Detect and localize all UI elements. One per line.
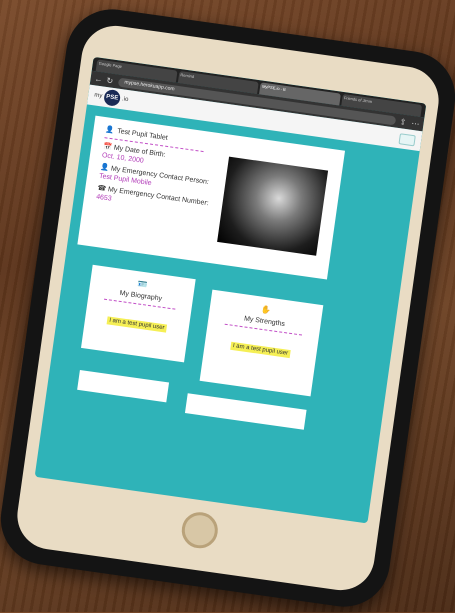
site-logo[interactable]: my PSE .io	[93, 87, 129, 108]
card-partial	[77, 369, 170, 403]
tablet-bezel: Google Page Remind MyPSE.io - B Friends …	[13, 21, 443, 595]
home-button[interactable]	[179, 509, 221, 551]
profile-card: 👤 Test Pupil Tablet 📅 My Date of Birth: …	[77, 115, 346, 280]
share-icon[interactable]: ⇪	[399, 117, 408, 127]
user-icon: 👤	[105, 126, 115, 135]
strengths-card[interactable]: ✋ My Strengths I am a test pupil user	[199, 289, 324, 397]
hamburger-menu-button[interactable]	[398, 132, 416, 146]
logo-badge: PSE	[103, 88, 122, 107]
strengths-text: I am a test pupil user	[230, 341, 291, 359]
profile-photo	[217, 156, 329, 256]
card-partial	[184, 393, 307, 430]
profile-details: 👤 Test Pupil Tablet 📅 My Date of Birth: …	[95, 125, 225, 221]
tablet-screen: Google Page Remind MyPSE.io - B Friends …	[34, 56, 427, 524]
logo-suffix: .io	[121, 96, 129, 104]
more-icon[interactable]: ⋯	[411, 118, 420, 128]
back-icon[interactable]: ←	[94, 74, 103, 84]
biography-card[interactable]: 🪪 My Biography I am a test pupil user	[81, 264, 196, 363]
biography-text: I am a test pupil user	[106, 316, 167, 333]
tablet-case: Google Page Remind MyPSE.io - B Friends …	[0, 3, 455, 613]
logo-prefix: my	[93, 92, 103, 100]
calendar-icon: 📅	[102, 143, 113, 152]
reload-icon[interactable]: ↻	[106, 75, 115, 85]
contact-icon: 👤	[99, 163, 110, 173]
phone-icon: ☎	[96, 184, 107, 193]
